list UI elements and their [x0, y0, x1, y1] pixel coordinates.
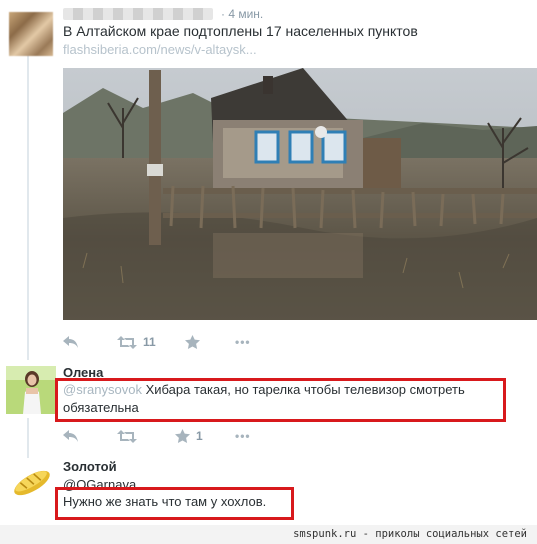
reply-text-line: @sranysovok Хибара такая, но тарелка что… — [63, 381, 465, 398]
more-icon: ••• — [235, 335, 251, 349]
more-icon: ••• — [235, 429, 251, 443]
star-icon — [175, 429, 190, 443]
reply-actions: 1 ••• — [63, 426, 251, 446]
mention-link[interactable]: @sranysovok — [63, 382, 142, 397]
favorite-button[interactable]: 1 — [175, 429, 235, 443]
avatar[interactable] — [9, 12, 53, 56]
tweet-actions: 11 ••• — [63, 332, 251, 352]
tweet-photo-flooded-house[interactable] — [63, 68, 537, 320]
tweet-text: В Алтайском крае подтоплены 17 населенны… — [63, 23, 418, 39]
star-icon — [185, 335, 200, 349]
reply-text: Хибара такая, но тарелка чтобы телевизор… — [145, 382, 465, 397]
more-button[interactable]: ••• — [235, 429, 251, 443]
reply-icon — [63, 430, 78, 442]
watermark-text: smspunk.ru - приколы социальных сетей — [293, 528, 527, 540]
thread-connector — [27, 418, 29, 458]
reply-button[interactable] — [63, 336, 117, 348]
reply-button[interactable] — [63, 430, 117, 442]
censored-username — [63, 8, 213, 20]
retweet-button[interactable]: 11 — [117, 335, 185, 349]
avatar-bread-icon[interactable] — [8, 466, 56, 500]
reply-author-name[interactable]: Золотой — [63, 459, 117, 474]
tweet-link[interactable]: flashsiberia.com/news/v-altaysk... — [63, 42, 257, 57]
retweet-icon — [117, 335, 137, 349]
timestamp[interactable]: · 4 мин. — [221, 7, 263, 21]
reply-icon — [63, 336, 78, 348]
reply-text-line2: обязательна — [63, 400, 139, 415]
retweet-count: 11 — [143, 335, 156, 349]
watermark-bar: smspunk.ru - приколы социальных сетей — [0, 525, 537, 544]
retweet-button[interactable] — [117, 429, 175, 443]
tweet-header: · 4 мин. — [63, 6, 263, 22]
avatar[interactable] — [6, 366, 56, 414]
thread-connector — [27, 52, 29, 360]
reply-text: Нужно же знать что там у хохлов. — [63, 494, 267, 509]
more-button[interactable]: ••• — [235, 335, 251, 349]
favorite-count: 1 — [196, 429, 203, 443]
favorite-button[interactable] — [185, 335, 235, 349]
retweet-icon — [117, 429, 137, 443]
